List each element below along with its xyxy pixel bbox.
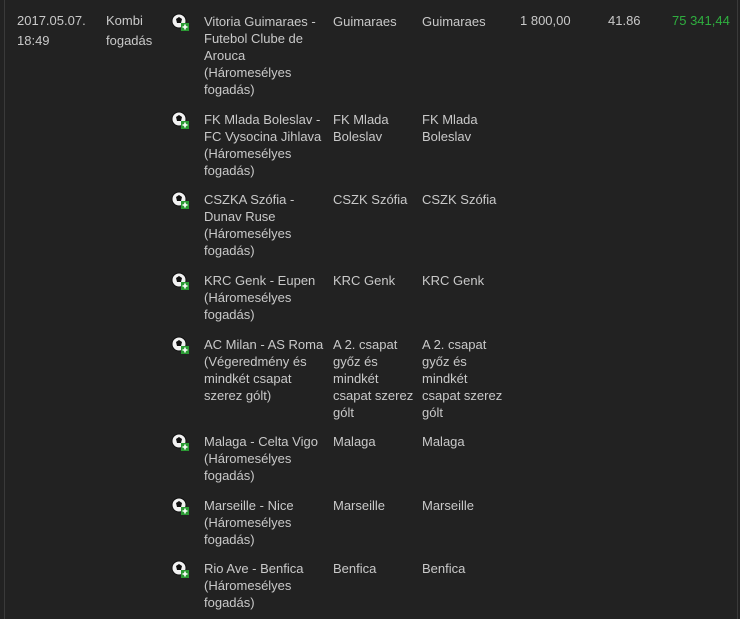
leg-result: FK Mlada Boleslav [422,112,478,144]
leg-pick: Guimaraes [333,14,397,29]
leg-result: Guimaraes [422,14,486,29]
leg-event: KRC Genk - Eupen [204,273,316,288]
football-ball-icon [171,433,189,451]
football-ball-icon [171,497,189,515]
football-ball-icon [171,560,189,578]
bet-date: 2017.05.07. [17,13,86,28]
football-ball-icon [171,111,189,129]
leg-result: A 2. csapat győz és mindkét csapat szere… [422,337,503,420]
leg-market: (Háromesélyes fogadás) [204,226,292,258]
football-ball-icon [171,13,189,31]
football-ball-icon [171,191,189,209]
leg-pick: A 2. csapat győz és mindkét csapat szere… [333,337,414,420]
bet-odds: 41.86 [608,13,641,28]
leg-event: CSZKA Szófia - Dunav Ruse [204,192,295,224]
bet-row-frame [4,0,738,619]
leg-market: (Háromesélyes fogadás) [204,65,292,97]
leg-event: AC Milan - AS Roma [204,337,324,352]
football-ball-icon [171,336,189,354]
leg-market: (Háromesélyes fogadás) [204,146,292,178]
bet-type: Kombi fogadás [106,13,153,48]
leg-result: Malaga [422,434,465,449]
leg-market: (Háromesélyes fogadás) [204,578,292,610]
leg-pick: Benfica [333,561,377,576]
leg-pick: Malaga [333,434,376,449]
bet-time: 18:49 [17,33,50,48]
leg-pick: KRC Genk [333,273,396,288]
leg-result: Marseille [422,498,475,513]
bet-datetime: 2017.05.07. 18:49 [17,11,102,51]
leg-event: Vitoria Guimaraes - Futebol Clube de Aro… [204,14,316,63]
leg-pick: CSZK Szófia [333,192,408,207]
leg-result: KRC Genk [422,273,485,288]
leg-event: Malaga - Celta Vigo [204,434,318,449]
leg-event: Marseille - Nice [204,498,294,513]
leg-market: (Háromesélyes fogadás) [204,451,292,483]
football-ball-icon [171,272,189,290]
leg-pick: FK Mlada Boleslav [333,112,389,144]
leg-market: (Háromesélyes fogadás) [204,515,292,547]
leg-market: (Végeredmény és mindkét csapat szerez gó… [204,354,307,403]
leg-market: (Háromesélyes fogadás) [204,290,292,322]
leg-pick: Marseille [333,498,386,513]
bet-winnings: 75 341,44 [672,13,730,28]
leg-event: Rio Ave - Benfica [204,561,304,576]
bet-stake: 1 800,00 [520,13,571,28]
leg-event: FK Mlada Boleslav - FC Vysocina Jihlava [204,112,322,144]
leg-result: Benfica [422,561,466,576]
leg-result: CSZK Szófia [422,192,497,207]
